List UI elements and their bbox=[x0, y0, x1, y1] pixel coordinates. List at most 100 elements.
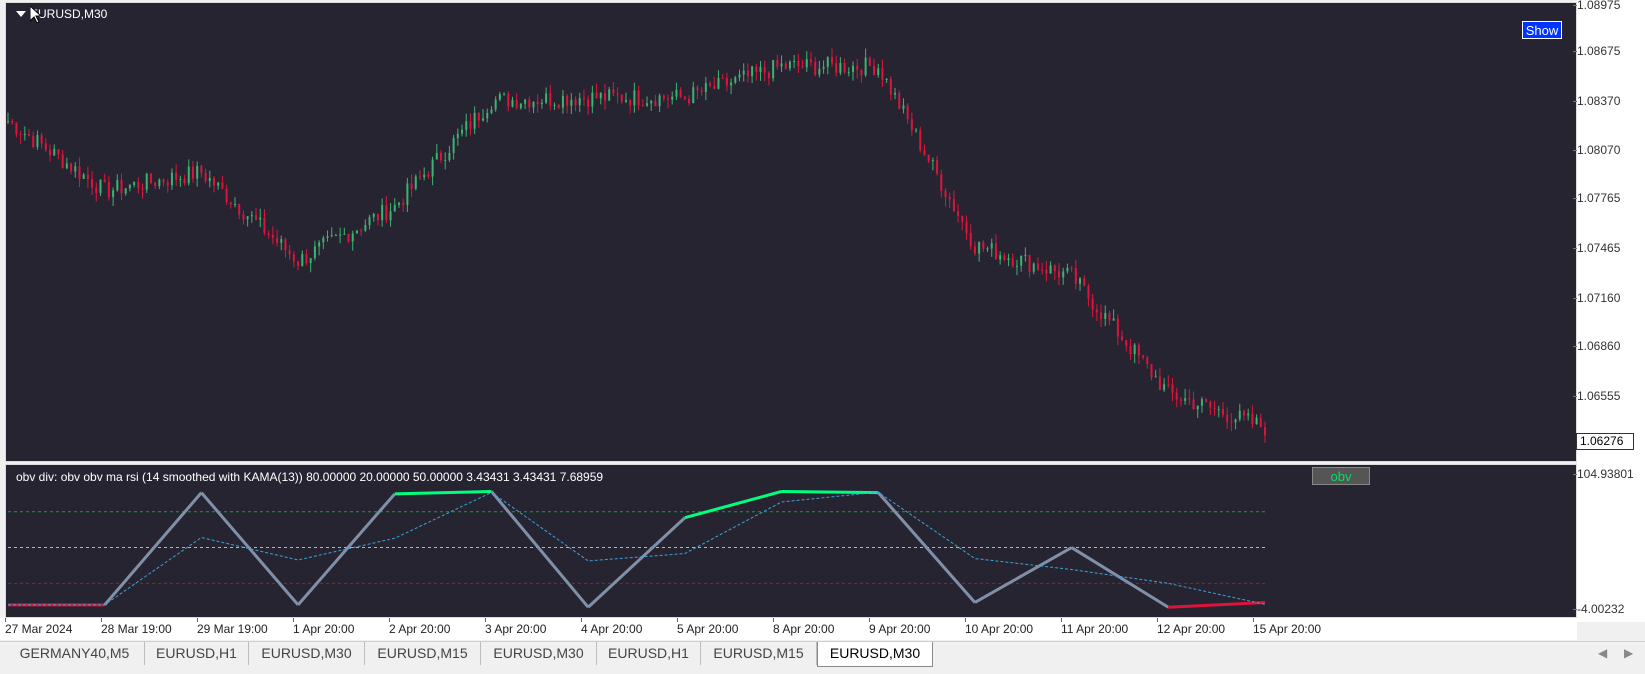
candle-body bbox=[1087, 286, 1090, 299]
candle-body bbox=[1230, 421, 1233, 423]
obv-line-segment bbox=[1070, 546, 1170, 609]
candle-body bbox=[990, 243, 993, 249]
chart-tab[interactable]: EURUSD,M15 bbox=[365, 642, 481, 665]
chart-tab-active[interactable]: EURUSD,M30 bbox=[817, 642, 933, 667]
candle-body bbox=[1255, 417, 1258, 425]
chart-tab[interactable]: GERMANY40,M5 bbox=[5, 642, 145, 665]
tabs-scroll-left-icon[interactable]: ◀ bbox=[1598, 646, 1607, 660]
candle-body bbox=[1137, 344, 1140, 356]
obv-line-segment bbox=[200, 491, 300, 606]
candle-body bbox=[637, 90, 640, 106]
candle-body bbox=[894, 92, 897, 95]
obv-line-segment bbox=[490, 490, 590, 609]
candle-body bbox=[452, 138, 455, 154]
candle-body bbox=[540, 102, 543, 105]
candle-body bbox=[852, 65, 855, 72]
candle-body bbox=[70, 163, 73, 172]
candle-body bbox=[1179, 399, 1182, 401]
time-tick: 29 Mar 19:00 bbox=[197, 618, 268, 636]
chart-tab[interactable]: EURUSD,H1 bbox=[597, 642, 701, 665]
chart-tab[interactable]: EURUSD,M15 bbox=[701, 642, 817, 665]
candle-body bbox=[923, 150, 926, 155]
candle-body bbox=[351, 233, 354, 242]
candle-body bbox=[1108, 312, 1111, 321]
tabs-scroll-right-icon[interactable]: ▶ bbox=[1624, 646, 1633, 660]
candle-body bbox=[856, 65, 859, 70]
candle-body bbox=[225, 188, 228, 203]
candle-body bbox=[873, 66, 876, 75]
time-axis[interactable]: 27 Mar 2024 28 Mar 19:00 29 Mar 19:00 1 … bbox=[0, 618, 1577, 640]
candle-body bbox=[23, 134, 26, 136]
candle-body bbox=[1234, 419, 1237, 423]
candle-body bbox=[267, 233, 270, 236]
candle-body bbox=[835, 63, 838, 73]
candle-body bbox=[402, 202, 405, 205]
candle-body bbox=[713, 85, 716, 89]
candle-body bbox=[305, 254, 308, 264]
candle-body bbox=[1133, 344, 1136, 354]
candle-body bbox=[57, 149, 60, 155]
candle-body bbox=[1154, 376, 1157, 378]
candle-body bbox=[889, 78, 892, 95]
candle-body bbox=[53, 149, 56, 156]
candle-body bbox=[1066, 267, 1069, 272]
candle-body bbox=[532, 101, 535, 108]
candle-body bbox=[343, 233, 346, 235]
candle-body bbox=[1196, 405, 1199, 410]
candle-body bbox=[183, 179, 186, 184]
candle-body bbox=[355, 230, 358, 234]
candle-body bbox=[1217, 409, 1220, 411]
candle-body bbox=[376, 213, 379, 221]
candle-body bbox=[557, 104, 560, 108]
candle-body bbox=[427, 174, 430, 177]
price-tick: 1.08675 bbox=[1572, 44, 1621, 58]
candle-body bbox=[696, 87, 699, 91]
candle-body bbox=[1121, 336, 1124, 341]
candle-body bbox=[74, 166, 77, 172]
candle-body bbox=[1259, 417, 1262, 428]
candle-body bbox=[107, 182, 110, 198]
chart-tab[interactable]: EURUSD,M30 bbox=[249, 642, 365, 665]
candle-body bbox=[948, 197, 951, 199]
candle-body bbox=[751, 66, 754, 77]
candle-body bbox=[1142, 355, 1145, 358]
candle-body bbox=[902, 105, 905, 109]
candle-body bbox=[170, 172, 173, 186]
indicator-scale-bottom: -4.00232 bbox=[1572, 602, 1625, 616]
candle-body bbox=[166, 182, 169, 186]
candle-body bbox=[250, 215, 253, 217]
candle-body bbox=[360, 230, 363, 232]
candle-body bbox=[1062, 271, 1065, 278]
candle-body bbox=[276, 237, 279, 243]
candle-body bbox=[759, 66, 762, 72]
candle-body bbox=[284, 239, 287, 251]
candle-body bbox=[326, 236, 329, 238]
chart-tab[interactable]: EURUSD,H1 bbox=[145, 642, 249, 665]
candle-body bbox=[263, 217, 266, 234]
candle-body bbox=[885, 78, 888, 80]
obv-line-segment bbox=[587, 516, 686, 609]
candle-body bbox=[612, 89, 615, 94]
candle-body bbox=[784, 63, 787, 69]
candle-body bbox=[742, 70, 745, 75]
candle-body bbox=[755, 66, 758, 72]
candle-body bbox=[1221, 409, 1224, 415]
current-price-label: 1.06276 bbox=[1576, 433, 1634, 450]
chart-tab[interactable]: EURUSD,M30 bbox=[481, 642, 597, 665]
candle-body bbox=[242, 214, 245, 220]
candle-body bbox=[1104, 312, 1107, 319]
time-tick: 3 Apr 20:00 bbox=[485, 618, 547, 636]
candle-body bbox=[675, 89, 678, 97]
candle-body bbox=[620, 94, 623, 102]
candle-body bbox=[423, 174, 426, 178]
candle-body bbox=[95, 187, 98, 194]
candle-body bbox=[162, 179, 165, 183]
candle-body bbox=[877, 68, 880, 75]
candle-body bbox=[683, 96, 686, 99]
obv-line-segment bbox=[394, 489, 492, 496]
price-tick: 1.08370 bbox=[1572, 94, 1621, 108]
candle-body bbox=[721, 77, 724, 79]
candle-body bbox=[801, 66, 804, 68]
candle-body bbox=[32, 135, 35, 147]
candle-body bbox=[919, 130, 922, 151]
